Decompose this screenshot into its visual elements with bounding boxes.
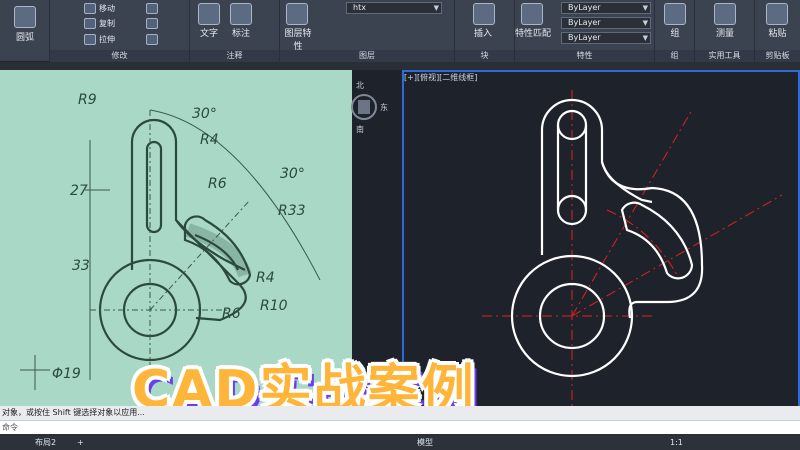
add-layout-icon[interactable]: + <box>72 436 89 450</box>
color-value: ByLayer <box>568 3 601 12</box>
dim-r6-mid: R6 <box>208 176 227 192</box>
utilities-panel: 测量 实用工具 <box>695 0 755 62</box>
stretch-tool[interactable]: 拉伸 <box>84 34 115 45</box>
viewcube[interactable]: 北 东 南 <box>350 78 390 168</box>
command-history: 对象，或按住 Shift 键选择对象以应用... <box>0 406 800 420</box>
group-icon[interactable] <box>664 3 686 25</box>
dim-r33: R33 <box>278 203 306 219</box>
paste-icon[interactable] <box>766 3 788 25</box>
chevron-down-icon: ▼ <box>642 4 648 12</box>
layers-panel-title: 图层 <box>280 50 454 62</box>
dimension-label: 标注 <box>231 29 250 39</box>
dim-angle-top: 30° <box>192 106 217 122</box>
dimension-icon[interactable] <box>230 3 252 25</box>
mirror-tool[interactable] <box>146 18 158 29</box>
dim-r9: R9 <box>78 92 97 108</box>
dim-r4-bottom: R4 <box>256 270 275 286</box>
dim-27: 27 <box>70 183 88 199</box>
clipboard-panel: 粘贴 剪贴板 <box>755 0 800 62</box>
block-panel: 插入 块 <box>455 0 515 62</box>
mirror-icon <box>146 18 158 29</box>
chevron-down-icon: ▼ <box>642 34 648 42</box>
trim-icon <box>146 3 158 14</box>
match-properties-icon[interactable] <box>521 3 543 25</box>
lineweight-select[interactable]: ByLayer ▼ <box>561 32 651 44</box>
linetype-select[interactable]: ByLayer ▼ <box>561 17 651 29</box>
draw-panel: 圆弧 <box>0 0 50 62</box>
groups-panel-title: 组 <box>655 50 694 62</box>
ribbon: 圆弧 移动 复制 拉伸 修改 文字 标注 注释 图层特性 htx ▼ 图层 插入… <box>0 0 800 62</box>
layer-properties-label: 图层特性 <box>284 29 312 52</box>
color-select[interactable]: ByLayer ▼ <box>561 2 651 14</box>
move-icon <box>84 3 96 14</box>
modify-panel: 移动 复制 拉伸 修改 <box>50 0 190 62</box>
move-tool[interactable]: 移动 <box>84 3 115 14</box>
measure-icon[interactable] <box>714 3 736 25</box>
copy-icon <box>84 18 96 29</box>
modify-panel-title: 修改 <box>50 50 189 62</box>
properties-panel: 特性匹配 ByLayer ▼ ByLayer ▼ ByLayer ▼ 特性 <box>515 0 655 62</box>
move-label: 移动 <box>99 4 115 13</box>
compass-south: 南 <box>356 125 364 134</box>
dim-r6-bottom: R6 <box>222 306 241 322</box>
text-icon[interactable] <box>198 3 220 25</box>
arc-label: 圆弧 <box>15 33 34 43</box>
insert-label: 插入 <box>473 29 492 39</box>
block-panel-title: 块 <box>455 50 514 62</box>
dim-r10: R10 <box>260 298 288 314</box>
dim-r4-top: R4 <box>200 132 219 148</box>
lineweight-value: ByLayer <box>568 33 601 42</box>
dim-33: 33 <box>72 258 90 274</box>
scale-icon <box>146 34 158 45</box>
copy-tool[interactable]: 复制 <box>84 18 115 29</box>
layer-select-value: htx <box>353 3 366 12</box>
properties-panel-title: 特性 <box>515 50 654 62</box>
dim-phi19: Φ19 <box>52 366 81 382</box>
annotation-scale[interactable]: 1:1 <box>665 436 688 450</box>
paste-label: 粘贴 <box>768 29 787 39</box>
match-properties-label: 特性匹配 <box>515 29 552 39</box>
viewcube-face-icon <box>358 100 370 114</box>
utilities-panel-title: 实用工具 <box>695 50 754 62</box>
trim-tool[interactable] <box>146 3 158 14</box>
tab-layout2[interactable]: 布局2 <box>30 436 61 450</box>
scale-tool[interactable] <box>146 34 158 45</box>
linetype-value: ByLayer <box>568 18 601 27</box>
groups-panel: 组 组 <box>655 0 695 62</box>
command-input[interactable]: 命令 <box>0 420 800 434</box>
cad-window: 圆弧 移动 复制 拉伸 修改 文字 标注 注释 图层特性 htx ▼ 图层 插入… <box>0 0 800 450</box>
viewport-controls-label[interactable]: [+][俯视][二维线框] <box>404 72 477 83</box>
ribbon-divider <box>0 62 800 70</box>
annotation-panel: 文字 标注 注释 <box>190 0 280 62</box>
annotation-panel-title: 注释 <box>190 50 279 62</box>
text-label: 文字 <box>199 29 218 39</box>
stretch-label: 拉伸 <box>99 35 115 44</box>
layer-properties-icon[interactable] <box>286 3 308 25</box>
status-bar: 布局2 + 模型 1:1 <box>0 436 800 450</box>
model-space-button[interactable]: 模型 <box>412 436 438 450</box>
layers-panel: 图层特性 htx ▼ 图层 <box>280 0 455 62</box>
copy-label: 复制 <box>99 19 115 28</box>
compass-east: 东 <box>380 103 388 112</box>
chevron-down-icon: ▼ <box>433 4 439 12</box>
clipboard-panel-title: 剪贴板 <box>755 50 800 62</box>
chevron-down-icon: ▼ <box>642 19 648 27</box>
compass-north: 北 <box>356 81 364 90</box>
arc-icon[interactable] <box>14 6 36 28</box>
insert-icon[interactable] <box>473 3 495 25</box>
stretch-icon <box>84 34 96 45</box>
group-label: 组 <box>670 29 680 39</box>
layer-select[interactable]: htx ▼ <box>346 2 442 14</box>
dim-angle-right: 30° <box>280 166 305 182</box>
measure-label: 测量 <box>715 29 734 39</box>
